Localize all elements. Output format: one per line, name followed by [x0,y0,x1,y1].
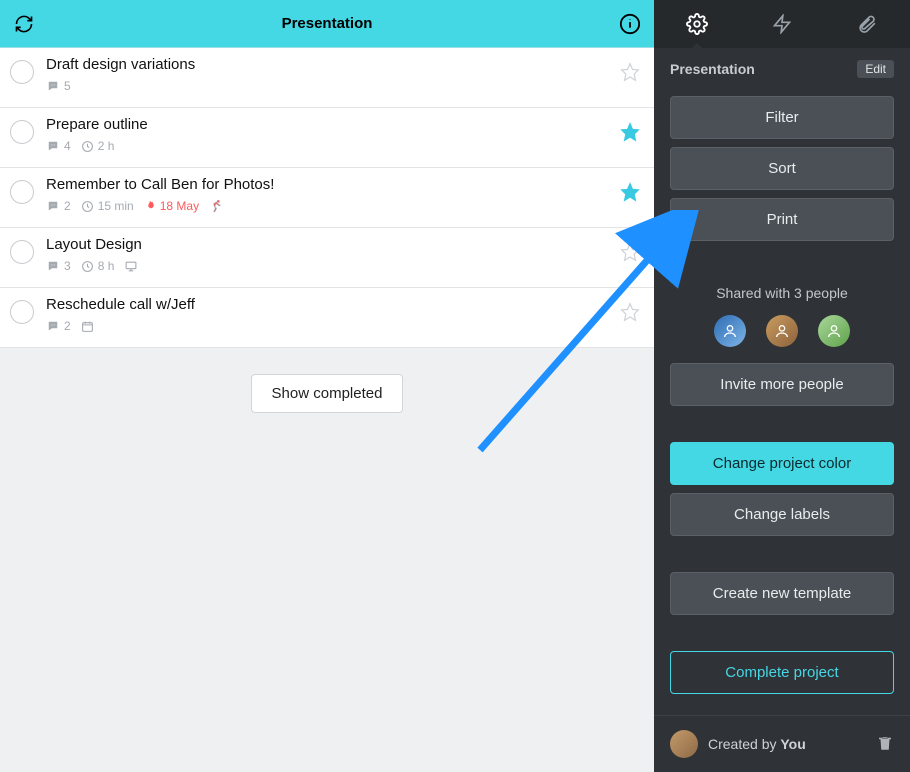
comment-count: 5 [46,79,71,93]
created-by-label: Created by You [708,736,866,752]
task-title: Prepare outline [46,116,610,133]
refresh-icon[interactable] [10,10,38,38]
task-checkbox[interactable] [10,60,34,84]
calendar-icon [81,320,94,333]
create-template-button[interactable]: Create new template [670,572,894,615]
star-icon[interactable] [620,62,640,85]
star-icon[interactable] [620,182,640,205]
task-checkbox[interactable] [10,120,34,144]
running-icon [209,199,223,213]
task-row[interactable]: Draft design variations 5 [0,48,654,108]
task-row[interactable]: Prepare outline 4 2 h [0,108,654,168]
task-title: Draft design variations [46,56,610,73]
show-completed-button[interactable]: Show completed [251,374,404,413]
task-checkbox[interactable] [10,180,34,204]
tab-actions[interactable]: bolt-icon [739,0,824,48]
invite-people-button[interactable]: Invite more people [670,363,894,406]
project-sidebar: gear-icon bolt-icon paperclip-icon Prese… [654,0,910,772]
trash-icon[interactable] [876,734,894,755]
shared-avatars [670,315,894,347]
task-title: Layout Design [46,236,610,253]
time-estimate: 15 min [81,199,134,213]
creator-avatar [670,730,698,758]
tab-attachments[interactable]: paperclip-icon [825,0,910,48]
sort-button[interactable]: Sort [670,147,894,190]
change-labels-button[interactable]: Change labels [670,493,894,536]
time-estimate: 2 h [81,139,115,153]
task-title: Reschedule call w/Jeff [46,296,610,313]
print-button[interactable]: Print [670,198,894,241]
page-title: Presentation [282,15,373,32]
time-estimate: 8 h [81,259,115,273]
due-date: 18 May [144,199,199,213]
avatar[interactable] [766,315,798,347]
topbar: Presentation [0,0,654,48]
task-row[interactable]: Reschedule call w/Jeff 2 [0,288,654,348]
star-icon[interactable] [620,302,640,325]
edit-button[interactable]: Edit [857,60,894,78]
tab-settings[interactable]: gear-icon [654,0,739,48]
comment-count: 2 [46,319,71,333]
complete-project-button[interactable]: Complete project [670,651,894,694]
task-title: Remember to Call Ben for Photos! [46,176,610,193]
change-project-color-button[interactable]: Change project color [670,442,894,485]
comment-count: 2 [46,199,71,213]
comment-count: 4 [46,139,71,153]
comment-count: 3 [46,259,71,273]
task-row[interactable]: Remember to Call Ben for Photos! 2 15 min… [0,168,654,228]
avatar[interactable] [714,315,746,347]
sidebar-footer: Created by You [654,715,910,772]
info-icon[interactable] [616,10,644,38]
task-row[interactable]: Layout Design 3 8 h [0,228,654,288]
sidebar-project-name: Presentation [670,61,857,77]
task-list: Draft design variations 5 Prepare outlin… [0,48,654,348]
star-icon[interactable] [620,242,640,265]
screen-icon [124,260,138,273]
task-checkbox[interactable] [10,300,34,324]
avatar[interactable] [818,315,850,347]
filter-button[interactable]: Filter [670,96,894,139]
shared-with-label: Shared with 3 people [670,285,894,301]
sidebar-tabs: gear-icon bolt-icon paperclip-icon [654,0,910,48]
star-icon[interactable] [620,122,640,145]
sidebar-header: Presentation Edit [654,48,910,96]
task-checkbox[interactable] [10,240,34,264]
